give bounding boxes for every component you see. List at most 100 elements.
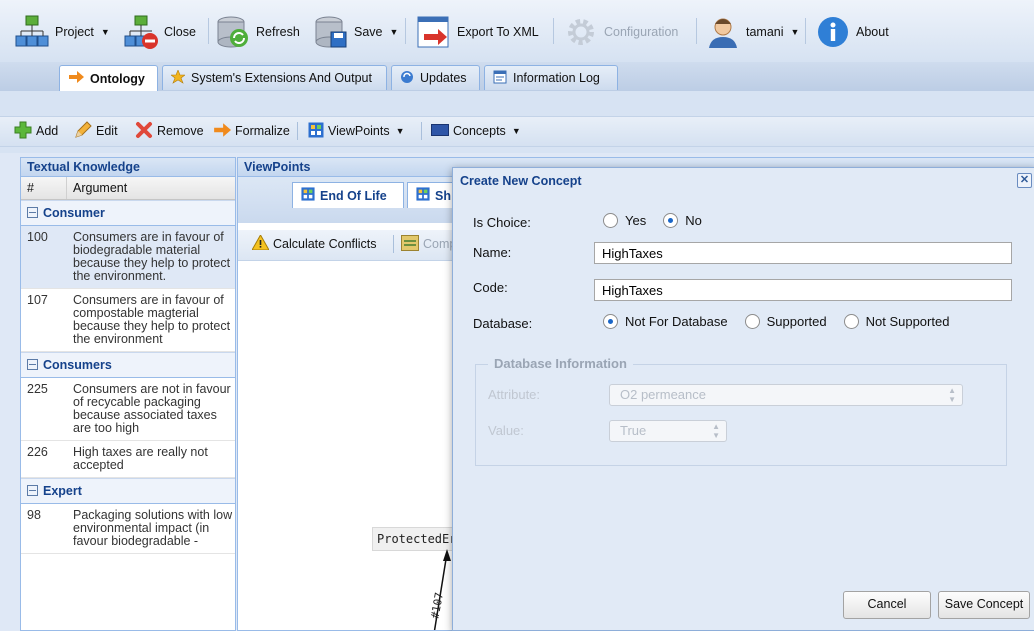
concepts-icon	[431, 123, 449, 139]
tab-second-viewpoint[interactable]: Sh	[407, 182, 457, 208]
collapse-icon[interactable]	[27, 485, 38, 496]
table-row[interactable]: 226 High taxes are really not accepted	[21, 441, 235, 478]
attribute-select-value: O2 permeance	[620, 387, 706, 402]
about-label: About	[856, 25, 889, 39]
tab-extensions[interactable]: System's Extensions And Output	[162, 65, 387, 90]
table-row[interactable]: 98 Packaging solutions with low environm…	[21, 504, 235, 554]
viewpoints-menu-button[interactable]: ViewPoints ▼	[308, 122, 405, 140]
table-row[interactable]: 225 Consumers are not in favour of recyc…	[21, 378, 235, 441]
toolbar-separator	[405, 18, 406, 44]
group-name: Consumers	[43, 358, 112, 372]
tab-updates-label: Updates	[420, 71, 467, 85]
radio-supported-label: Supported	[766, 314, 827, 329]
save-concept-button[interactable]: Save Concept	[938, 591, 1030, 619]
collapse-icon[interactable]	[27, 359, 38, 370]
toolbar-separator	[297, 122, 298, 140]
value-select-value: True	[620, 423, 647, 438]
radio-yes[interactable]	[603, 213, 618, 228]
remove-label: Remove	[157, 124, 204, 138]
viewpoints-icon	[416, 187, 430, 204]
formalize-button[interactable]: Formalize	[213, 122, 290, 140]
close-button[interactable]: Close	[123, 10, 196, 54]
row-argument: Packaging solutions with low environment…	[73, 508, 233, 548]
remove-button[interactable]: Remove	[135, 121, 204, 142]
attribute-select[interactable]: O2 permeance ▲ ▼	[609, 384, 963, 406]
value-label: Value:	[488, 423, 524, 438]
table-row[interactable]: 100 Consumers are in favour of biodegrad…	[21, 226, 235, 289]
toolbar-separator	[553, 18, 554, 44]
add-button[interactable]: Add	[14, 121, 58, 142]
tab-information-log[interactable]: Information Log	[484, 65, 618, 90]
refresh-button[interactable]: Refresh	[215, 10, 300, 54]
group-name: Consumer	[43, 206, 105, 220]
compare-icon	[401, 234, 419, 254]
database-options: Not For Database Supported Not Supported	[603, 314, 949, 329]
collapse-icon[interactable]	[27, 207, 38, 218]
star-icon	[170, 68, 186, 87]
arrow-right-icon	[213, 122, 231, 140]
radio-supported[interactable]	[744, 314, 760, 329]
is-choice-label: Is Choice:	[473, 215, 531, 230]
radio-no-label: No	[685, 213, 702, 228]
toolbar-separator	[393, 235, 394, 253]
arrow-right-icon	[68, 71, 84, 86]
group-header[interactable]: Consumers	[21, 352, 235, 378]
toolbar-separator	[805, 18, 806, 44]
refresh-label: Refresh	[256, 25, 300, 39]
save-icon	[313, 14, 349, 50]
edit-button[interactable]: Edit	[74, 120, 118, 142]
tab-end-of-life[interactable]: End Of Life	[292, 182, 404, 208]
export-xml-button[interactable]: Export To XML	[416, 10, 539, 54]
add-icon	[14, 121, 32, 142]
chevron-down-icon: ▼	[100, 27, 110, 37]
about-button[interactable]: About	[815, 10, 889, 54]
column-header-argument[interactable]: Argument	[67, 177, 235, 199]
chevron-down-icon: ▼	[395, 126, 405, 136]
group-header[interactable]: Consumer	[21, 200, 235, 226]
project-menu-button[interactable]: Project ▼	[14, 10, 110, 54]
textual-knowledge-panel: Textual Knowledge # Argument Consumer 10…	[20, 157, 236, 631]
value-select[interactable]: True ▲ ▼	[609, 420, 727, 442]
radio-no[interactable]	[663, 213, 679, 228]
pencil-icon	[74, 120, 92, 142]
code-field[interactable]	[594, 279, 1012, 301]
remove-icon	[135, 121, 153, 142]
configuration-button[interactable]: Configuration	[563, 10, 678, 54]
dialog-title: Create New Concept	[460, 174, 582, 188]
row-number: 107	[27, 293, 48, 307]
warning-icon	[251, 233, 270, 253]
tab-ontology[interactable]: Ontology	[59, 65, 158, 91]
toolbar-separator	[696, 18, 697, 44]
close-icon[interactable]: ✕	[1017, 173, 1032, 188]
group-header[interactable]: Expert	[21, 478, 235, 504]
radio-not-for-database-label: Not For Database	[625, 314, 728, 329]
cancel-button[interactable]: Cancel	[843, 591, 931, 619]
project-icon	[14, 14, 50, 50]
radio-not-for-database[interactable]	[603, 314, 618, 329]
refresh-icon	[215, 14, 251, 50]
save-menu-button[interactable]: Save ▼	[313, 10, 398, 54]
project-label: Project	[55, 25, 94, 39]
column-header-number[interactable]: #	[21, 177, 68, 199]
tab-updates[interactable]: Updates	[391, 65, 480, 90]
info-icon	[815, 14, 851, 50]
chevron-down-icon: ▼	[790, 27, 800, 37]
module-tabs: Ontology System's Extensions And Output …	[0, 62, 1034, 92]
updates-icon	[400, 70, 414, 87]
configuration-label: Configuration	[604, 25, 679, 39]
graph-edge	[433, 549, 451, 630]
tab-extensions-label: System's Extensions And Output	[191, 71, 372, 85]
user-menu-button[interactable]: tamani ▼	[705, 10, 799, 54]
row-argument: Consumers are not in favour of recycable…	[73, 382, 231, 435]
close-project-icon	[123, 14, 159, 50]
viewpoints-label: ViewPoints	[328, 124, 390, 138]
concepts-menu-button[interactable]: Concepts ▼	[431, 122, 521, 140]
table-row[interactable]: 107 Consumers are in favour of compostab…	[21, 289, 235, 352]
radio-not-supported[interactable]	[843, 314, 859, 329]
radio-not-supported-label: Not Supported	[865, 314, 950, 329]
row-argument: Consumers are in favour of compostable m…	[73, 293, 231, 346]
calculate-conflicts-button[interactable]: Calculate Conflicts	[251, 233, 377, 253]
compare-button[interactable]: Comp	[401, 234, 456, 254]
log-icon	[493, 70, 507, 87]
name-field[interactable]	[594, 242, 1012, 264]
